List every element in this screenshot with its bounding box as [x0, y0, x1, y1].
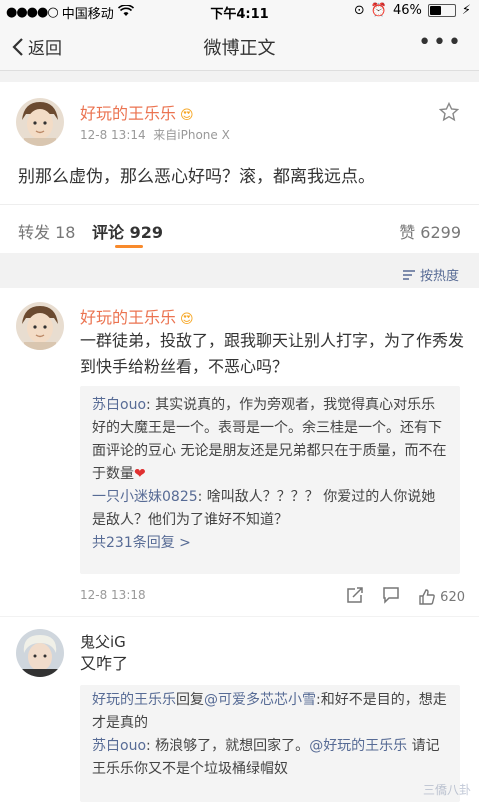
like-count: 620 — [440, 589, 465, 605]
reply-mention[interactable]: @可爱多芯芯小雪 — [204, 692, 316, 708]
comment-item: 好玩的王乐乐 😍 一群徒弟，投敌了，跟我聊天让别人打字，为了作秀发到快手给粉丝看，… — [0, 288, 479, 616]
post-author-name-text: 好玩的王乐乐 — [80, 104, 177, 123]
active-tab-indicator — [115, 245, 143, 248]
post-author-avatar[interactable] — [16, 98, 64, 146]
status-bar: ●●●●○ 中国移动 下午4:11 ⊙ ⏰ 46% ⚡ — [0, 0, 479, 22]
reply-verb: 回复 — [176, 692, 204, 708]
post-time: 12-8 13:14 — [80, 128, 146, 142]
post-meta: 12-8 13:14 来自iPhone X — [80, 126, 230, 143]
more-options-button[interactable]: ••• — [418, 30, 463, 55]
reply-item: 苏白ouo: 杨浪够了，就想回家了。@好玩的王乐乐 请记王乐乐你又不是个垃圾桶绿… — [92, 735, 448, 781]
post-card: 好玩的王乐乐 😍 12-8 13:14 来自iPhone X 别那么虚伪，那么恶心… — [0, 82, 479, 204]
reply-box[interactable]: 苏白ouo: 其实说真的，作为旁观者，我觉得真心对乐乐好的大魔王是一个。表哥是一… — [80, 386, 460, 574]
reply-box[interactable]: 好玩的王乐乐回复@可爱多芯芯小雪:和好不是目的，想走才是真的 苏白ouo: 杨浪… — [80, 685, 460, 802]
alarm-icon: ⏰ — [370, 3, 387, 18]
comment-author-name[interactable]: 鬼父iG — [80, 631, 126, 652]
sort-icon — [402, 269, 415, 280]
vip-badge-icon: 😍 — [180, 312, 194, 327]
comment-text: 又咋了 — [80, 654, 129, 673]
more-replies-link[interactable]: 共231条回复 > — [92, 532, 448, 555]
page-title: 微博正文 — [203, 38, 276, 59]
comment-text: 一群徒弟，投敌了，跟我聊天让别人打字，为了作秀发到快手给粉丝看，不恶心吗？ — [80, 331, 465, 376]
tab-repost[interactable]: 转发 18 — [18, 219, 75, 243]
thumbs-up-icon — [419, 589, 435, 605]
sort-by-hot-button[interactable]: 按热度 — [402, 265, 459, 284]
comment-time: 12-8 13:18 — [80, 588, 146, 602]
tab-comments[interactable]: 评论 929 — [92, 219, 163, 243]
reply-user[interactable]: 苏白ouo — [92, 397, 146, 413]
post-tabs: 转发 18 评论 929 赞 6299 — [0, 204, 479, 253]
sort-bar: 按热度 — [0, 262, 479, 286]
orientation-lock-icon: ⊙ — [353, 3, 365, 18]
reply-item: 苏白ouo: 其实说真的，作为旁观者，我觉得真心对乐乐好的大魔王是一个。表哥是一… — [92, 394, 448, 486]
comment-author-name[interactable]: 好玩的王乐乐 😍 — [80, 304, 194, 328]
post-text: 别那么虚伪，那么恶心好吗？滚，都离我远点。 — [18, 167, 375, 187]
comment-author-avatar[interactable] — [16, 629, 64, 677]
reply-user[interactable]: 苏白ouo — [92, 738, 146, 754]
reply-item: 一只小迷妹0825: 啥叫敌人？？？？ 你爱过的人你说她是敌人？他们为了谁好不知… — [92, 486, 448, 532]
nav-bar: 返回 微博正文 ••• — [0, 22, 479, 71]
watermark-logo: 三僑八卦 — [422, 783, 471, 797]
post-author-name[interactable]: 好玩的王乐乐 😍 — [80, 100, 194, 124]
reply-mention[interactable]: @好玩的王乐乐 — [309, 738, 407, 754]
vip-badge-icon: 😍 — [180, 108, 194, 123]
share-icon[interactable] — [346, 586, 364, 608]
reply-item: 好玩的王乐乐回复@可爱多芯芯小雪:和好不是目的，想走才是真的 — [92, 689, 448, 735]
reply-user[interactable]: 好玩的王乐乐 — [92, 692, 176, 708]
comment-icon[interactable] — [382, 586, 400, 608]
comment-item: 鬼父iG 又咋了 好玩的王乐乐回复@可爱多芯芯小雪:和好不是目的，想走才是真的 … — [0, 617, 479, 802]
battery-icon — [427, 4, 456, 17]
battery-percent: 46% — [392, 3, 422, 18]
charging-icon: ⚡ — [461, 3, 471, 18]
sort-label: 按热度 — [419, 269, 459, 284]
favorite-star-icon[interactable] — [438, 101, 460, 126]
like-button[interactable]: 620 — [418, 588, 465, 606]
reply-text: : 杨浪够了，就想回家了。 — [146, 738, 310, 754]
comment-author-avatar[interactable] — [16, 302, 64, 350]
post-source: 来自iPhone X — [153, 128, 230, 142]
tab-likes[interactable]: 赞 6299 — [399, 219, 461, 243]
reply-user[interactable]: 一只小迷妹0825 — [92, 489, 198, 505]
battery-level — [429, 6, 441, 15]
comment-author-name-text: 好玩的王乐乐 — [80, 308, 177, 327]
comment-footer: 12-8 13:18 620 — [80, 586, 465, 606]
heart-icon: ❤ — [134, 466, 146, 482]
